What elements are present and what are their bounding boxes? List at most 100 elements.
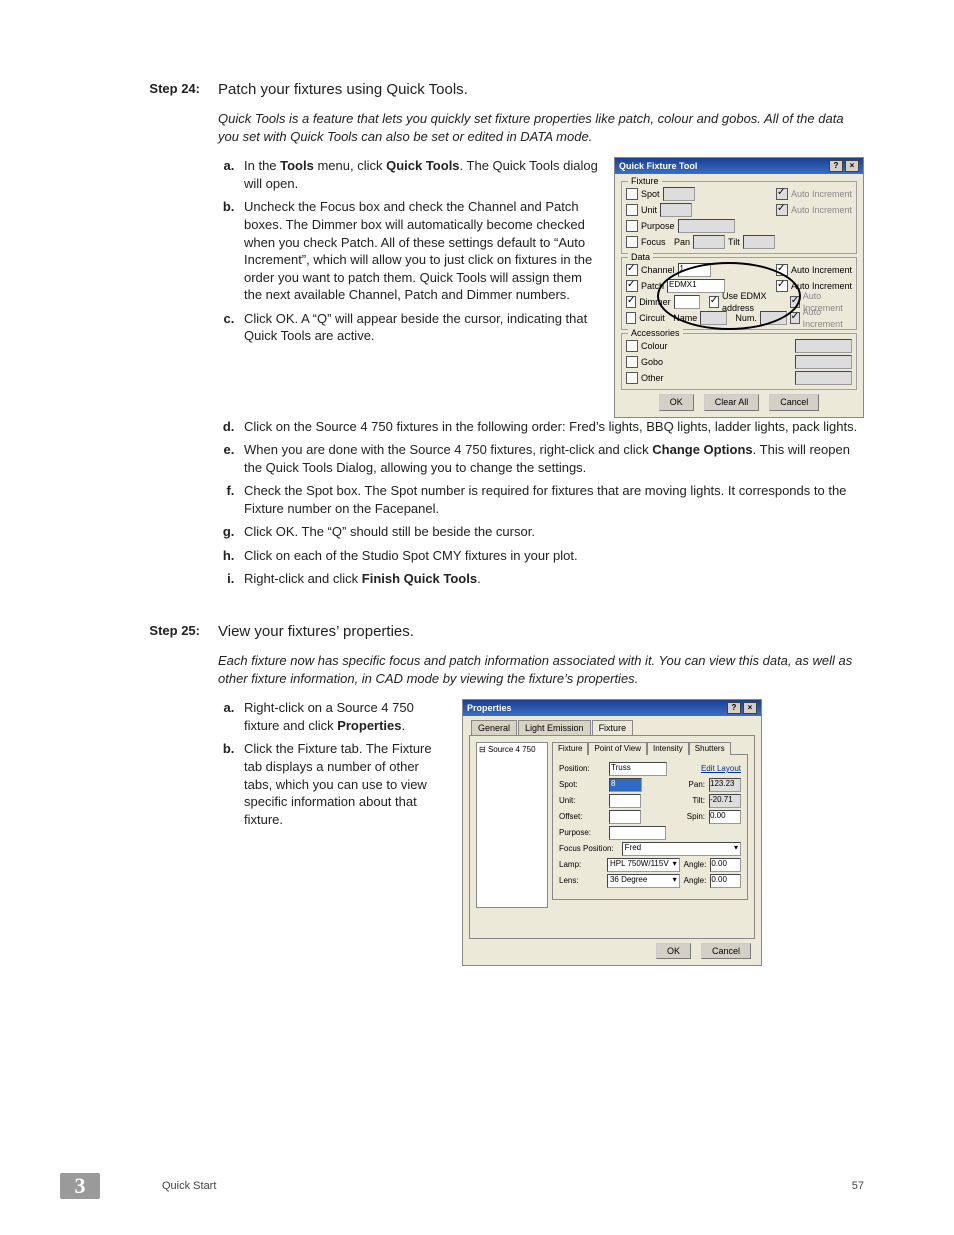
circuit-name-input[interactable]: [700, 311, 727, 325]
step-24-a: In the Tools menu, click Quick Tools. Th…: [238, 157, 600, 192]
step-24-d: Click on the Source 4 750 fixtures in th…: [238, 418, 864, 436]
prop-angle2-input[interactable]: 0.00: [710, 874, 741, 888]
focus-checkbox[interactable]: [626, 236, 638, 248]
channel-checkbox[interactable]: [626, 264, 638, 276]
use-edmx-checkbox[interactable]: [709, 296, 719, 308]
dimmer-input[interactable]: [674, 295, 701, 309]
step-25-b: Click the Fixture tab. The Fixture tab d…: [238, 740, 448, 828]
prop-purpose-input[interactable]: [609, 826, 666, 840]
dimmer-autoinc-checkbox: [790, 296, 800, 308]
tilt-input[interactable]: [743, 235, 775, 249]
subtab-fixture[interactable]: Fixture: [552, 742, 588, 756]
tree-item[interactable]: ⊟ Source 4 750: [479, 745, 536, 754]
step-24-f: Check the Spot box. The Spot number is r…: [238, 482, 864, 517]
subtab-intensity[interactable]: Intensity: [647, 742, 689, 756]
circuit-num-input[interactable]: [760, 311, 787, 325]
unit-checkbox[interactable]: [626, 204, 638, 216]
colour-label: Colour: [641, 340, 668, 352]
prop-lens-select[interactable]: 36 Degree: [607, 874, 680, 888]
channel-input[interactable]: 1: [678, 263, 711, 277]
channel-autoinc-checkbox[interactable]: [776, 264, 788, 276]
step-24-c: Click OK. A “Q” will appear beside the c…: [238, 310, 600, 345]
gobo-checkbox[interactable]: [626, 356, 638, 368]
group-fixture-title: Fixture: [628, 175, 662, 187]
prop-lamp-select[interactable]: HPL 750W/115V: [607, 858, 680, 872]
unit-label: Unit: [641, 204, 657, 216]
edit-layout-link[interactable]: Edit Layout: [701, 764, 741, 775]
step-25-a: Right-click on a Source 4 750 fixture an…: [238, 699, 448, 734]
tab-fixture[interactable]: Fixture: [592, 720, 634, 735]
prop-spin-input[interactable]: 0.00: [709, 810, 741, 824]
unit-input[interactable]: [660, 203, 692, 217]
step-24-g: Click OK. The “Q” should still be beside…: [238, 523, 864, 541]
help-icon[interactable]: ?: [727, 702, 741, 714]
properties-title: Properties: [467, 702, 512, 714]
step-24-header: Step 24: Patch your fixtures using Quick…: [120, 80, 864, 100]
step-24-b: Uncheck the Focus box and check the Chan…: [238, 198, 600, 303]
group-accessories-title: Accessories: [628, 327, 683, 339]
properties-cancel-button[interactable]: Cancel: [701, 943, 751, 959]
tab-light-emission[interactable]: Light Emission: [518, 720, 591, 735]
position-input[interactable]: Truss: [609, 762, 667, 776]
step-25-label: Step 25:: [120, 622, 200, 640]
step-24-i: Right-click and click Finish Quick Tools…: [238, 570, 864, 588]
focus-label: Focus: [641, 236, 666, 248]
dimmer-label: Dimmer: [639, 296, 671, 308]
circuit-checkbox[interactable]: [626, 312, 636, 324]
close-icon[interactable]: ×: [845, 160, 859, 172]
spot-autoinc-label: Auto Increment: [791, 188, 852, 200]
circuit-autoinc-label: Auto Increment: [803, 306, 852, 330]
clear-all-button[interactable]: Clear All: [704, 394, 760, 410]
pan-input[interactable]: [693, 235, 725, 249]
purpose-label: Purpose: [641, 220, 675, 232]
patch-autoinc-checkbox[interactable]: [776, 280, 788, 292]
ok-button[interactable]: OK: [659, 394, 694, 410]
tab-general[interactable]: General: [471, 720, 517, 735]
gobo-input[interactable]: [795, 355, 852, 369]
properties-ok-button[interactable]: OK: [656, 943, 691, 959]
step-24-instructions-left: In the Tools menu, click Quick Tools. Th…: [218, 157, 600, 350]
group-fixture: Fixture SpotAuto Increment UnitAuto Incr…: [621, 181, 857, 254]
dialog-title: Quick Fixture Tool: [619, 160, 697, 172]
subtab-shutters[interactable]: Shutters: [689, 742, 731, 756]
circuit-autoinc-checkbox: [790, 312, 800, 324]
spot-checkbox[interactable]: [626, 188, 638, 200]
purpose-checkbox[interactable]: [626, 220, 638, 232]
fixture-subpanel: Fixture Point of View Intensity Shutters…: [552, 742, 748, 901]
group-accessories: Accessories Colour Gobo Other: [621, 333, 857, 390]
step-25-instructions: Right-click on a Source 4 750 fixture an…: [218, 699, 448, 834]
subtab-pov[interactable]: Point of View: [588, 742, 647, 756]
prop-offset-input[interactable]: [609, 810, 641, 824]
prop-spot-input[interactable]: 8: [609, 778, 642, 792]
pan-label: Pan: [674, 236, 690, 248]
help-icon[interactable]: ?: [829, 160, 843, 172]
cancel-button[interactable]: Cancel: [769, 394, 819, 410]
colour-checkbox[interactable]: [626, 340, 638, 352]
patch-input[interactable]: EDMX1: [667, 279, 725, 293]
page-footer: 3 Quick Start 57: [0, 1173, 954, 1199]
channel-label: Channel: [641, 264, 675, 276]
spot-input[interactable]: [663, 187, 695, 201]
colour-input[interactable]: [795, 339, 852, 353]
properties-tabpanel: ⊟ Source 4 750 Fixture Point of View Int…: [469, 735, 755, 939]
prop-tilt-input: -20.71: [709, 794, 741, 808]
prop-unit-input[interactable]: [609, 794, 641, 808]
purpose-input[interactable]: [678, 219, 735, 233]
patch-checkbox[interactable]: [626, 280, 638, 292]
circuit-num-label: Num.: [735, 312, 757, 324]
prop-angle-input[interactable]: 0.00: [710, 858, 741, 872]
other-input[interactable]: [795, 371, 852, 385]
other-checkbox[interactable]: [626, 372, 638, 384]
page: Step 24: Patch your fixtures using Quick…: [0, 0, 954, 1235]
close-icon[interactable]: ×: [743, 702, 757, 714]
prop-lamp-label: Lamp:: [559, 860, 603, 871]
prop-focuspos-select[interactable]: Fred: [622, 842, 741, 856]
tilt-label: Tilt: [728, 236, 740, 248]
step-24-description: Quick Tools is a feature that lets you q…: [218, 110, 858, 145]
unit-autoinc-checkbox: [776, 204, 788, 216]
circuit-label: Circuit: [639, 312, 665, 324]
properties-tabs: General Light Emission Fixture: [469, 720, 755, 735]
dimmer-checkbox[interactable]: [626, 296, 636, 308]
fixture-tree[interactable]: ⊟ Source 4 750: [476, 742, 548, 908]
step-25-content: Right-click on a Source 4 750 fixture an…: [218, 699, 864, 965]
